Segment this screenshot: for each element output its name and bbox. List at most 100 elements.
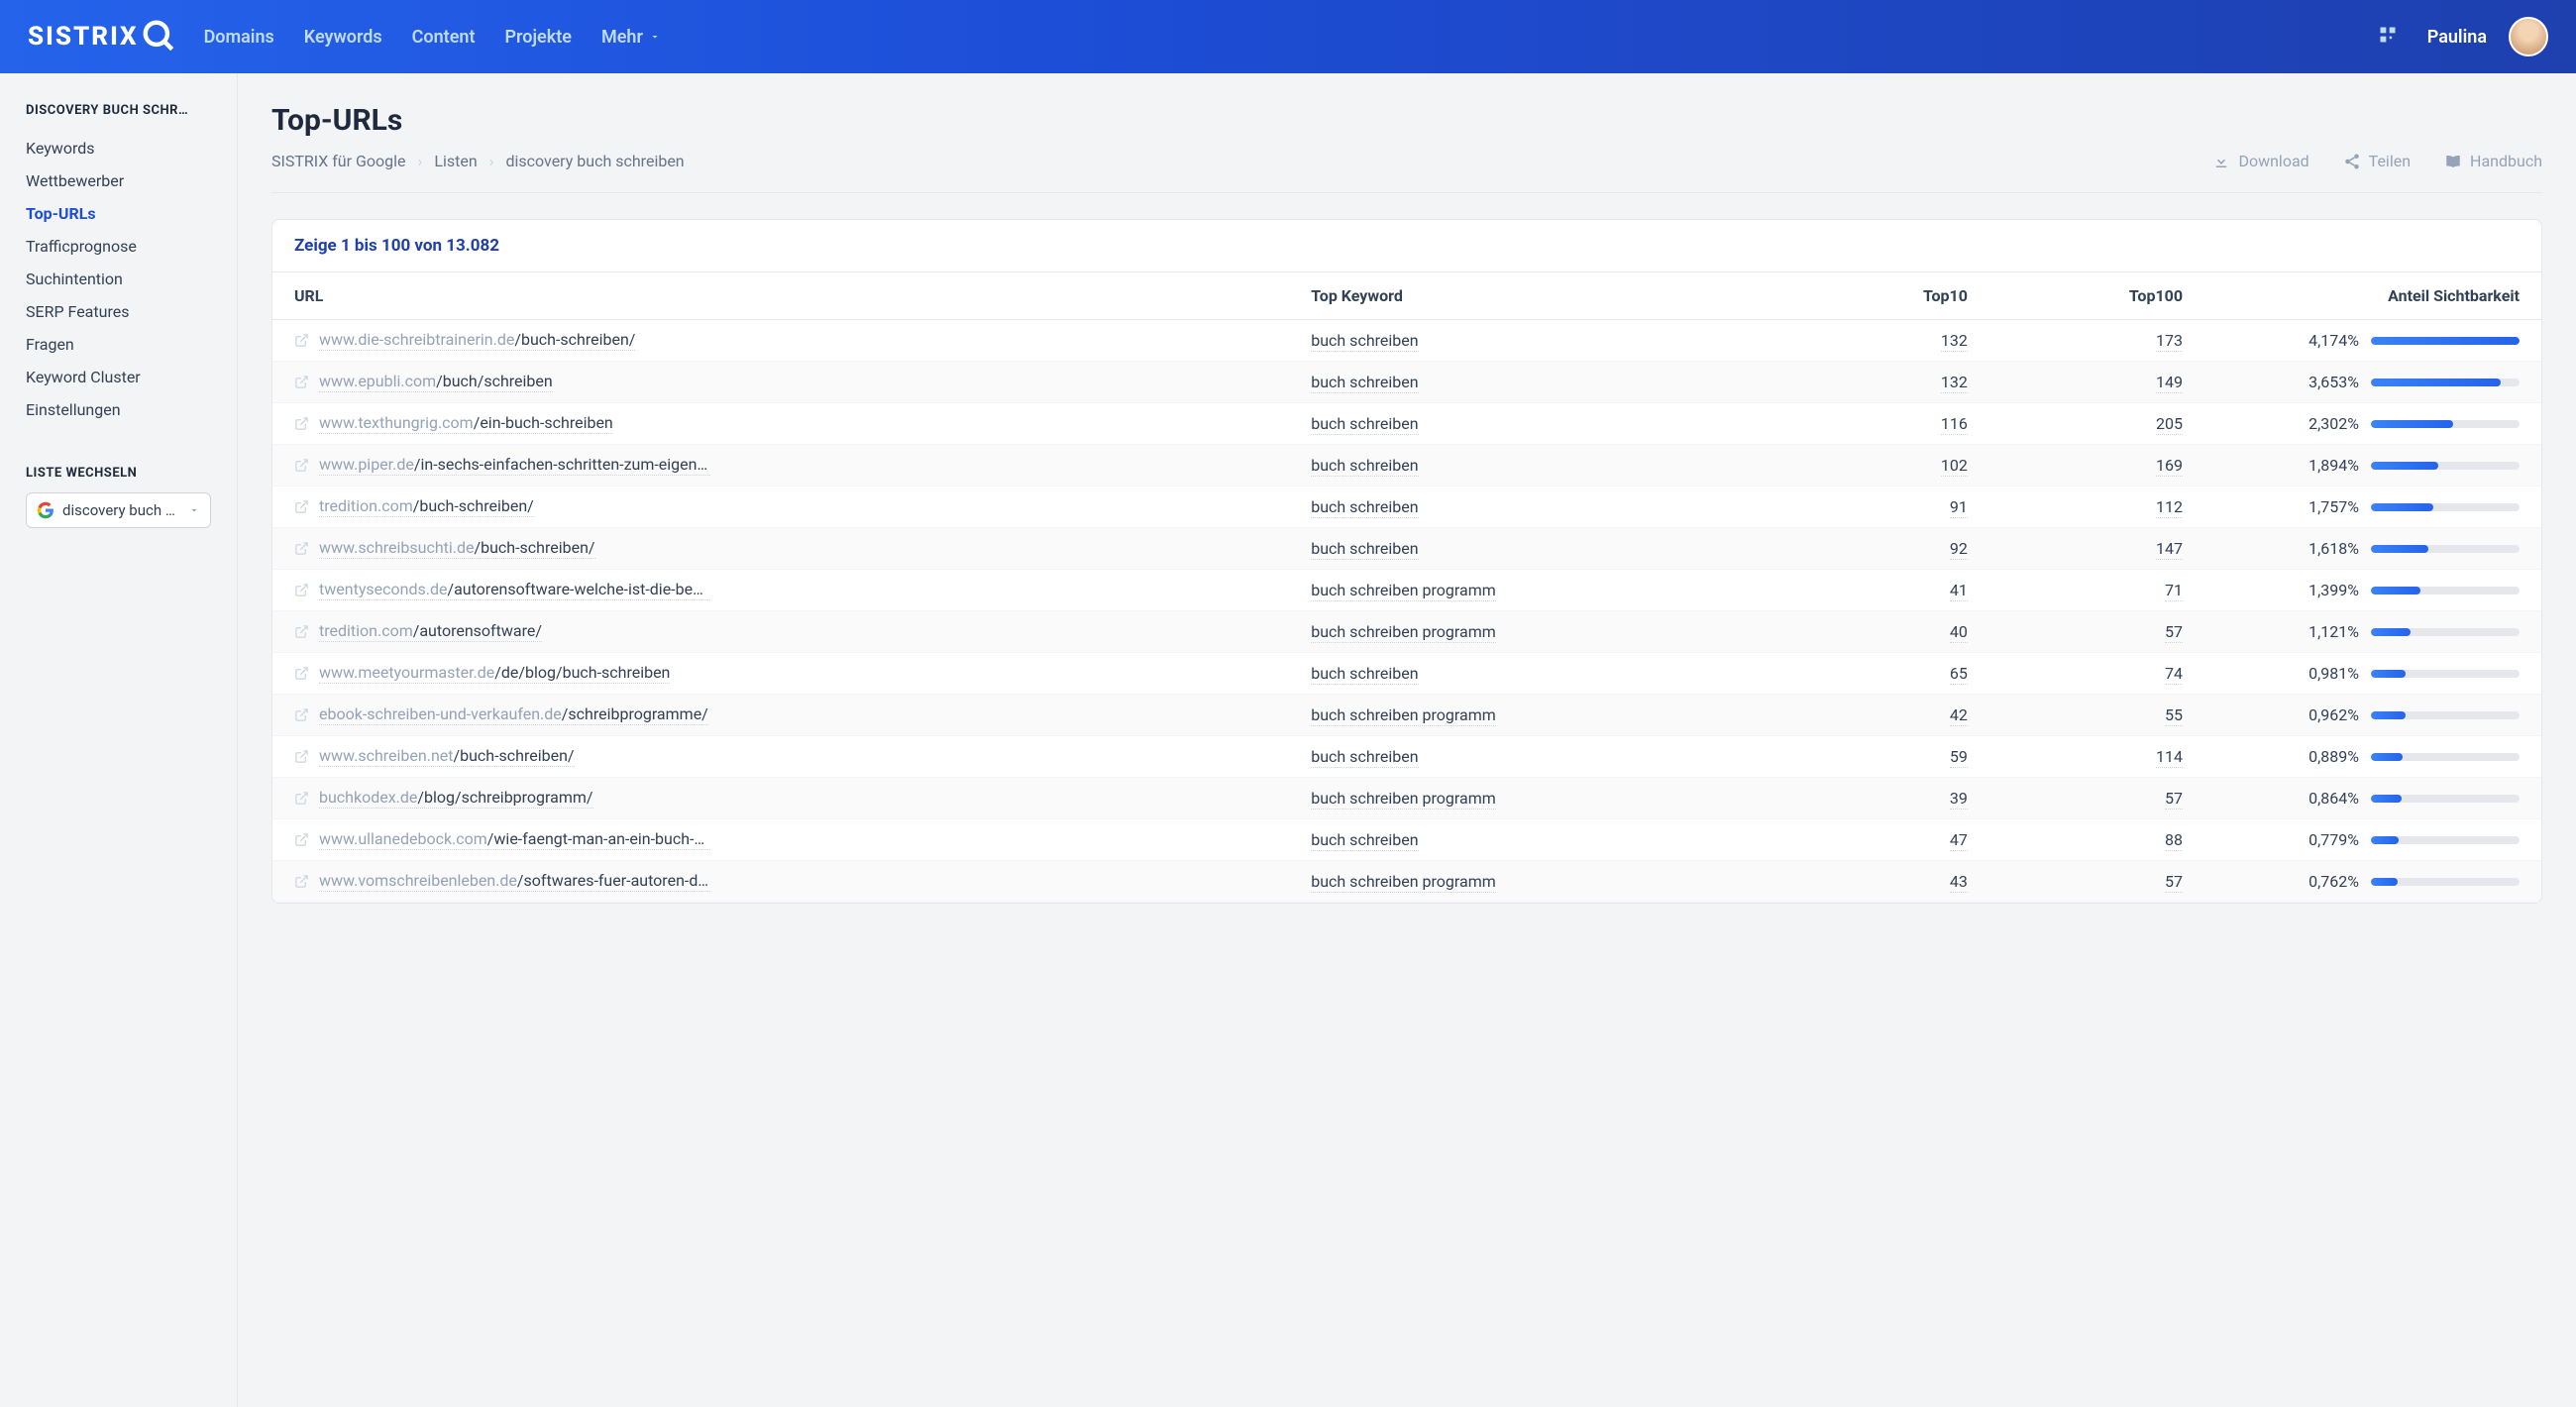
url-cell[interactable]: tredition.com/autorensoftware/: [294, 621, 710, 642]
chevron-down-icon: [649, 31, 661, 43]
keyword-cell[interactable]: buch schreiben programm: [1311, 789, 1496, 810]
keyword-cell[interactable]: buch schreiben: [1311, 414, 1418, 435]
url-cell[interactable]: twentyseconds.de/autorensoftware-welche-…: [294, 580, 710, 600]
nav-content[interactable]: Content: [412, 27, 476, 48]
sidebar-item[interactable]: Suchintention: [26, 263, 211, 295]
url-cell[interactable]: www.epubli.com/buch/schreiben: [294, 372, 710, 392]
sidebar-item[interactable]: Fragen: [26, 328, 211, 361]
top100-value: 74: [2165, 664, 2183, 685]
visibility-bar: [2371, 587, 2520, 595]
keyword-cell[interactable]: buch schreiben: [1311, 664, 1418, 685]
url-cell[interactable]: www.schreiben.net/buch-schreiben/: [294, 746, 710, 767]
top10-value: 42: [1950, 705, 1968, 726]
col-visibility[interactable]: Anteil Sichtbarkeit: [2204, 272, 2541, 320]
keyword-cell[interactable]: buch schreiben: [1311, 456, 1418, 477]
visibility-value: 3,653%: [2308, 373, 2359, 391]
breadcrumb-row: SISTRIX für Google › Listen › discovery …: [271, 152, 2542, 193]
url-cell[interactable]: ebook-schreiben-und-verkaufen.de/schreib…: [294, 704, 710, 725]
sidebar-nav: KeywordsWettbewerberTop-URLsTrafficprogn…: [26, 132, 211, 426]
keyword-cell[interactable]: buch schreiben: [1311, 497, 1418, 518]
table-row: www.meetyourmaster.de/de/blog/buch-schre…: [272, 653, 2541, 695]
visibility-value: 2,302%: [2308, 414, 2359, 433]
logo-text: SISTRIX: [28, 22, 139, 52]
visibility-bar: [2371, 337, 2520, 345]
external-link-icon: [294, 541, 309, 556]
keyword-cell[interactable]: buch schreiben: [1311, 830, 1418, 851]
sidebar: DISCOVERY BUCH SCHR… KeywordsWettbewerbe…: [0, 73, 238, 1407]
url-cell[interactable]: www.schreibsuchti.de/buch-schreiben/: [294, 538, 710, 559]
visibility-value: 1,894%: [2308, 456, 2359, 475]
top10-value: 41: [1950, 581, 1968, 601]
sidebar-item[interactable]: Wettbewerber: [26, 164, 211, 197]
col-keyword[interactable]: Top Keyword: [1289, 272, 1794, 320]
nav-domains[interactable]: Domains: [204, 27, 274, 48]
url-cell[interactable]: www.die-schreibtrainerin.de/buch-schreib…: [294, 330, 710, 351]
download-icon: [2212, 153, 2230, 170]
url-cell[interactable]: www.texthungrig.com/ein-buch-schreiben: [294, 413, 710, 434]
apps-icon[interactable]: [2378, 25, 2398, 49]
top10-value: 43: [1950, 872, 1968, 893]
keyword-cell[interactable]: buch schreiben programm: [1311, 581, 1496, 601]
sidebar-item[interactable]: Trafficprognose: [26, 230, 211, 263]
external-link-icon: [294, 707, 309, 722]
visibility-bar: [2371, 462, 2520, 470]
avatar[interactable]: [2509, 17, 2548, 56]
table-row: www.epubli.com/buch/schreiben buch schrei…: [272, 362, 2541, 403]
manual-button[interactable]: Handbuch: [2444, 152, 2542, 170]
external-link-icon: [294, 832, 309, 847]
external-link-icon: [294, 749, 309, 764]
visibility-value: 1,757%: [2308, 497, 2359, 516]
col-top10[interactable]: Top10: [1794, 272, 1989, 320]
nav-keywords[interactable]: Keywords: [304, 27, 382, 48]
keyword-cell[interactable]: buch schreiben programm: [1311, 705, 1496, 726]
list-switcher[interactable]: discovery buch s…: [26, 492, 211, 528]
sidebar-item[interactable]: Keywords: [26, 132, 211, 164]
external-link-icon: [294, 624, 309, 639]
nav-mehr[interactable]: Mehr: [601, 27, 661, 48]
table-row: www.piper.de/in-sechs-einfachen-schritte…: [272, 445, 2541, 487]
visibility-value: 0,981%: [2308, 664, 2359, 683]
url-cell[interactable]: www.ullanedebock.com/wie-faengt-man-an-e…: [294, 829, 710, 850]
col-url[interactable]: URL: [272, 272, 1289, 320]
url-cell[interactable]: buchkodex.de/blog/schreibprogramm/: [294, 788, 710, 809]
top-nav-links: Domains Keywords Content Projekte Mehr: [204, 27, 661, 48]
visibility-bar: [2371, 545, 2520, 553]
top100-value: 149: [2156, 373, 2183, 393]
logo[interactable]: SISTRIX: [28, 18, 178, 55]
top100-value: 169: [2156, 456, 2183, 477]
share-button[interactable]: Teilen: [2343, 152, 2411, 170]
url-cell[interactable]: www.vomschreibenleben.de/softwares-fuer-…: [294, 871, 710, 892]
url-cell[interactable]: www.piper.de/in-sechs-einfachen-schritte…: [294, 455, 710, 476]
breadcrumb-item[interactable]: Listen: [434, 152, 477, 170]
top10-value: 39: [1950, 789, 1968, 810]
col-top100[interactable]: Top100: [1989, 272, 2204, 320]
top100-value: 173: [2156, 331, 2183, 352]
visibility-bar: [2371, 836, 2520, 844]
keyword-cell[interactable]: buch schreiben: [1311, 373, 1418, 393]
download-button[interactable]: Download: [2212, 152, 2308, 170]
visibility-bar: [2371, 711, 2520, 719]
sidebar-item[interactable]: SERP Features: [26, 295, 211, 328]
top10-value: 91: [1950, 497, 1968, 518]
url-cell[interactable]: www.meetyourmaster.de/de/blog/buch-schre…: [294, 663, 710, 684]
main-content: Top-URLs SISTRIX für Google › Listen › d…: [238, 73, 2576, 1407]
sidebar-item[interactable]: Keyword Cluster: [26, 361, 211, 393]
top100-value: 55: [2165, 705, 2183, 726]
nav-projekte[interactable]: Projekte: [505, 27, 572, 48]
table-row: www.schreibsuchti.de/buch-schreiben/buch…: [272, 528, 2541, 570]
sidebar-item[interactable]: Einstellungen: [26, 393, 211, 426]
keyword-cell[interactable]: buch schreiben programm: [1311, 872, 1496, 893]
top10-value: 40: [1950, 622, 1968, 643]
keyword-cell[interactable]: buch schreiben: [1311, 331, 1418, 352]
table-row: tredition.com/autorensoftware/buch schre…: [272, 611, 2541, 653]
keyword-cell[interactable]: buch schreiben: [1311, 539, 1418, 560]
username[interactable]: Paulina: [2427, 27, 2487, 48]
keyword-cell[interactable]: buch schreiben: [1311, 747, 1418, 768]
breadcrumb-item[interactable]: SISTRIX für Google: [271, 152, 406, 170]
table-row: tredition.com/buch-schreiben/buch schrei…: [272, 487, 2541, 528]
table-summary: Zeige 1 bis 100 von 13.082: [272, 220, 2541, 272]
topbar: SISTRIX Domains Keywords Content Projekt…: [0, 0, 2576, 73]
url-cell[interactable]: tredition.com/buch-schreiben/: [294, 496, 710, 517]
sidebar-item[interactable]: Top-URLs: [26, 197, 211, 230]
keyword-cell[interactable]: buch schreiben programm: [1311, 622, 1496, 643]
